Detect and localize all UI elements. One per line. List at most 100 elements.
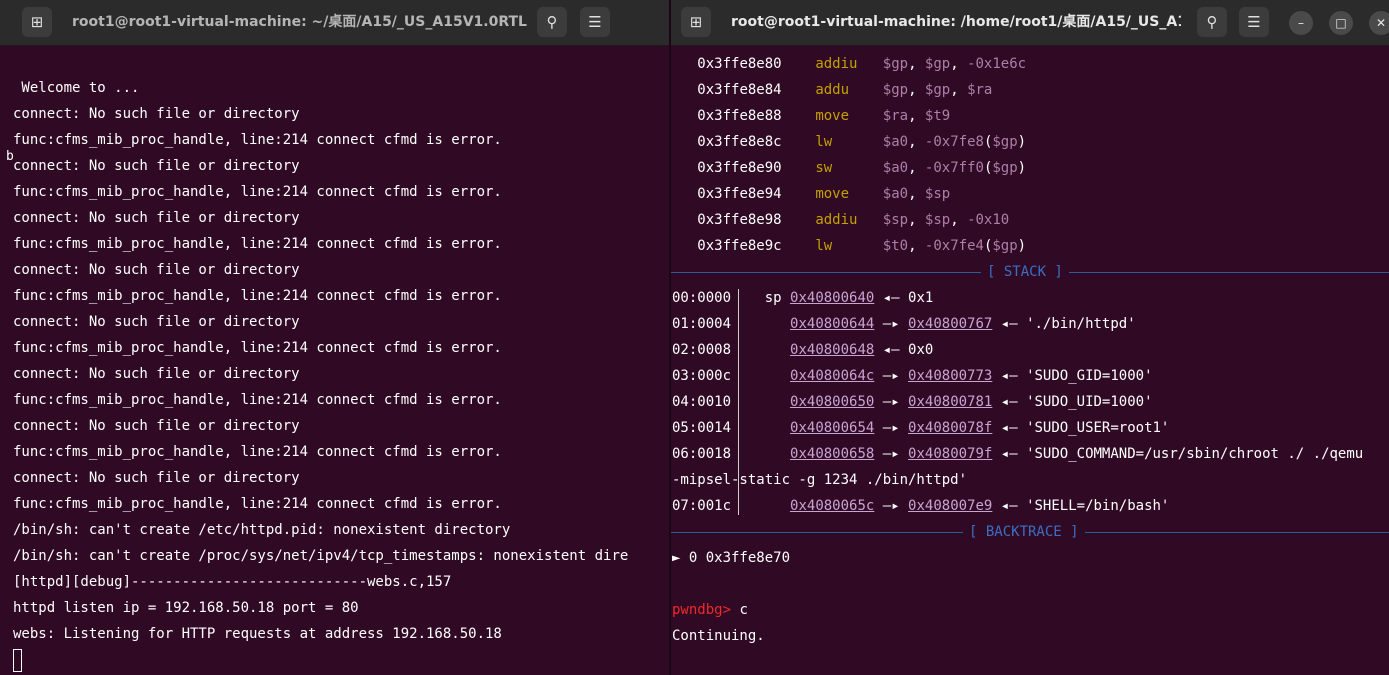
stack-row: 06:0018 0x40800658 —▸ 0x4080079f ◂— 'SUD…	[672, 441, 1363, 467]
terminal-line: [httpd][debug]--------------------------…	[13, 574, 452, 590]
stack-pointer-link[interactable]: 0x40800654	[790, 420, 874, 436]
left-terminal-output[interactable]: Welcome to ... connect: No such file or d…	[0, 45, 669, 675]
stack-arrow: ◂—	[992, 368, 1027, 384]
operand-punct: )	[1017, 160, 1027, 176]
stack-gutter-line	[738, 289, 739, 515]
stack-pointer-link[interactable]: 0x4080065c	[790, 498, 874, 514]
minimize-button[interactable]: –	[1289, 11, 1313, 35]
stack-target-link[interactable]: 0x4080079f	[908, 446, 992, 462]
terminal-line: connect: No such file or directory	[13, 262, 300, 278]
stack-target-link[interactable]: 0x4080078f	[908, 420, 992, 436]
stack-arrow: ◂—	[992, 394, 1027, 410]
terminal-line: func:cfms_mib_proc_handle, line:214 conn…	[13, 340, 502, 356]
right-terminal-window[interactable]: ⊞ root@root1-virtual-machine: /home/root…	[671, 0, 1389, 675]
operand-punct: ,	[950, 212, 968, 228]
register-operand: $gp	[882, 82, 909, 98]
instruction-mnemonic: lw	[815, 238, 875, 254]
hamburger-menu-icon[interactable]: ☰	[580, 7, 610, 37]
terminal-line: connect: No such file or directory	[13, 158, 300, 174]
terminal-line: connect: No such file or directory	[13, 106, 300, 122]
stack-index: 01:0004	[672, 316, 732, 332]
stack-pointer-link[interactable]: 0x40800640	[790, 290, 874, 306]
instruction-mnemonic: addiu	[815, 56, 875, 72]
terminal-line: func:cfms_mib_proc_handle, line:214 conn…	[13, 496, 502, 512]
new-tab-icon[interactable]: ⊞	[22, 7, 52, 37]
stack-value: 0x1	[908, 290, 934, 306]
terminal-line: func:cfms_mib_proc_handle, line:214 conn…	[13, 444, 502, 460]
stack-row: 07:001c 0x4080065c —▸ 0x408007e9 ◂— 'SHE…	[672, 493, 1169, 519]
terminal-cursor	[13, 649, 22, 672]
stack-pointer-link[interactable]: 0x40800650	[790, 394, 874, 410]
search-icon[interactable]: ⚲	[537, 7, 567, 37]
disasm-row: 0x3ffe8e94 move $a0, $sp	[672, 181, 950, 207]
register-operand: $gp	[924, 56, 951, 72]
operand-punct: ,	[950, 56, 968, 72]
right-terminal-output[interactable]: 0x3ffe8e80 addiu $gp, $gp, -0x1e6c 0x3ff…	[671, 45, 1389, 675]
stack-value: 'SUDO_GID=1000'	[1026, 368, 1153, 384]
operand-punct: ,	[908, 108, 925, 124]
search-icon[interactable]: ⚲	[1197, 7, 1227, 37]
left-terminal-window[interactable]: ⊞ root1@root1-virtual-machine: ~/桌面/A15/…	[0, 0, 669, 675]
stack-row: 04:0010 0x40800650 —▸ 0x40800781 ◂— 'SUD…	[672, 389, 1153, 415]
instruction-address: 0x3ffe8e90	[697, 160, 782, 176]
stack-arrow: ◂—	[992, 420, 1027, 436]
right-window-title: root@root1-virtual-machine: /home/root1/…	[731, 14, 1181, 30]
terminal-line: func:cfms_mib_proc_handle, line:214 conn…	[13, 132, 502, 148]
instruction-mnemonic: sw	[815, 160, 875, 176]
stack-value: 0x0	[908, 342, 934, 358]
immediate-operand: -0x7fe4	[924, 238, 984, 254]
stack-row: 02:0008 0x40800648 ◂— 0x0	[672, 337, 933, 363]
instruction-address: 0x3ffe8e8c	[697, 134, 782, 150]
backtrace-frame: ► 0 0x3ffe8e70	[672, 550, 791, 566]
new-tab-icon[interactable]: ⊞	[681, 7, 711, 37]
command-output: Continuing.	[672, 628, 765, 644]
stack-pointer-link[interactable]: 0x4080064c	[790, 368, 874, 384]
terminal-line: func:cfms_mib_proc_handle, line:214 conn…	[13, 184, 502, 200]
entered-command: c	[731, 602, 748, 618]
operand-punct: ,	[908, 212, 925, 228]
terminal-line: connect: No such file or directory	[13, 418, 300, 434]
stack-pointer-link[interactable]: 0x40800648	[790, 342, 874, 358]
stack-arrow: ◂—	[992, 498, 1027, 514]
stack-arrow: —▸	[874, 316, 909, 332]
instruction-mnemonic: addu	[815, 82, 875, 98]
close-button[interactable]: ✕	[1369, 11, 1389, 35]
disasm-row: 0x3ffe8e80 addiu $gp, $gp, -0x1e6c	[672, 51, 1026, 77]
operand-punct: ,	[908, 82, 925, 98]
stack-target-link[interactable]: 0x40800773	[908, 368, 992, 384]
stack-pointer-link[interactable]: 0x40800658	[790, 446, 874, 462]
stack-target-link[interactable]: 0x40800767	[908, 316, 992, 332]
stack-row: 00:0000 sp 0x40800640 ◂— 0x1	[672, 285, 933, 311]
stack-pointer-link[interactable]: 0x40800644	[790, 316, 874, 332]
stack-arrow: ◂—	[874, 342, 909, 358]
stack-value: 'SUDO_UID=1000'	[1026, 394, 1153, 410]
stack-index: 04:0010	[672, 394, 732, 410]
hamburger-menu-icon[interactable]: ☰	[1239, 7, 1269, 37]
stack-target-link[interactable]: 0x408007e9	[908, 498, 992, 514]
immediate-operand: -0x7fe8	[924, 134, 984, 150]
stack-register	[765, 420, 782, 436]
stack-arrow: ◂—	[992, 446, 1027, 462]
stack-row: 05:0014 0x40800654 —▸ 0x4080078f ◂— 'SUD…	[672, 415, 1169, 441]
stack-target-link[interactable]: 0x40800781	[908, 394, 992, 410]
stack-register	[765, 316, 782, 332]
stack-index: 05:0014	[672, 420, 732, 436]
pwndbg-prompt: pwndbg>	[672, 602, 732, 618]
register-operand: $sp	[882, 212, 909, 228]
maximize-button[interactable]: □	[1329, 11, 1353, 35]
stack-arrow: —▸	[874, 420, 909, 436]
terminal-line: /bin/sh: can't create /etc/httpd.pid: no…	[13, 522, 511, 538]
